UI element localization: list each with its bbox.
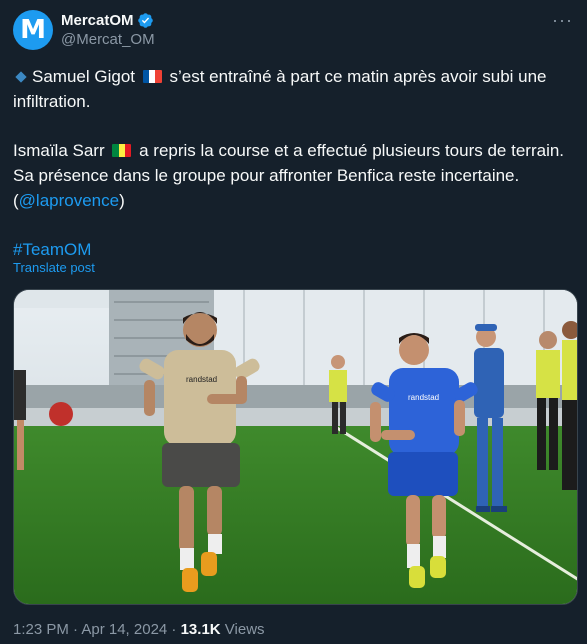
paragraph-2: Ismaïla Sarr a repris la course et a eff… — [13, 138, 575, 213]
shirt-sponsor-right: randstad — [408, 393, 439, 402]
tweet-photo[interactable]: randstad randstad — [13, 289, 578, 605]
display-name[interactable]: MercatOM — [61, 12, 134, 29]
hashtag-link[interactable]: #TeamOM — [13, 240, 91, 259]
verified-badge-icon — [137, 12, 153, 28]
tweet-meta: 1:23 PM · Apr 14, 2024 · 13.1K Views — [13, 621, 265, 638]
player-name-gigot: Samuel Gigot — [32, 67, 135, 86]
timestamp[interactable]: 1:23 PM · Apr 14, 2024 · — [13, 621, 181, 638]
views-label: Views — [220, 621, 265, 638]
player-name-sarr: Ismaïla Sarr — [13, 141, 105, 160]
views-count: 13.1K — [180, 621, 221, 638]
paragraph-1: Samuel Gigot s’est entraîné à part ce ma… — [13, 64, 575, 114]
user-handle[interactable]: @Mercat_OM — [61, 31, 155, 48]
france-flag-icon — [142, 70, 162, 83]
training-photo: randstad randstad — [14, 290, 577, 604]
mention-link[interactable]: @laprovence — [19, 191, 119, 210]
tweet-text: Samuel Gigot s’est entraîné à part ce ma… — [13, 64, 575, 262]
senegal-flag-icon — [112, 144, 132, 157]
name-row: MercatOM — [61, 10, 155, 30]
avatar-letter: M — [20, 15, 46, 45]
avatar[interactable]: M — [13, 10, 53, 50]
shirt-sponsor-left: randstad — [186, 375, 217, 384]
tweet-header: MercatOM @Mercat_OM — [61, 10, 155, 49]
blue-diamond-icon — [15, 70, 27, 83]
more-options-icon[interactable]: ··· — [552, 10, 573, 31]
translate-post-link[interactable]: Translate post — [13, 260, 95, 275]
close-paren: ) — [119, 191, 125, 210]
